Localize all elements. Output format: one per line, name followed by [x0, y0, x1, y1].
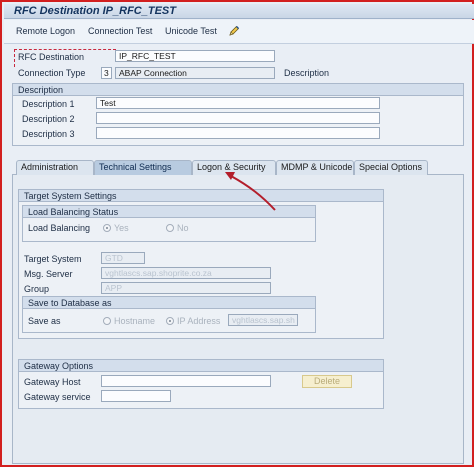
connection-test-button[interactable]: Connection Test [88, 26, 152, 36]
description-2-label: Description 2 [22, 114, 75, 124]
target-system-settings-title: Target System Settings [19, 190, 383, 202]
rfc-destination-field[interactable]: IP_RFC_TEST [115, 50, 275, 62]
description-group-title: Description [13, 84, 463, 96]
connection-type-label: Connection Type [18, 68, 86, 78]
title-bar: RFC Destination IP_RFC_TEST [4, 4, 474, 19]
unicode-test-button[interactable]: Unicode Test [165, 26, 217, 36]
load-balancing-yes-label: Yes [114, 223, 129, 233]
hostname-label: Hostname [114, 316, 156, 326]
save-as-value-field[interactable]: vghtlascs.sap.sh [228, 314, 298, 326]
description-label: Description [284, 68, 330, 78]
application-toolbar: Remote Logon Connection Test Unicode Tes… [4, 20, 474, 44]
ip-address-radio[interactable] [166, 317, 174, 325]
msg-server-label: Msg. Server [24, 269, 73, 279]
load-balancing-label: Load Balancing [28, 223, 91, 233]
tab-administration[interactable]: Administration [16, 160, 94, 175]
tab-special-options[interactable]: Special Options [354, 160, 428, 175]
target-system-field[interactable]: GTD [101, 252, 145, 264]
description-2-field[interactable] [96, 112, 380, 124]
msg-server-field[interactable]: vghtlascs.sap.shoprite.co.za [101, 267, 271, 279]
gateway-host-field[interactable] [101, 375, 271, 387]
rfc-destination-label: RFC Destination [18, 52, 85, 62]
sap-window: RFC Destination IP_RFC_TEST Remote Logon… [0, 0, 474, 467]
target-system-label: Target System [24, 254, 82, 264]
gateway-service-label: Gateway service [24, 392, 91, 402]
connection-type-text: ABAP Connection [115, 67, 275, 79]
save-as-label: Save as [28, 316, 61, 326]
annotation-arrow-icon [225, 172, 276, 211]
load-balancing-no-radio[interactable] [166, 224, 174, 232]
delete-button[interactable]: Delete [302, 375, 352, 388]
connection-type-code-field[interactable]: 3 [101, 67, 112, 79]
load-balancing-yes-radio[interactable] [103, 224, 111, 232]
tab-technical-settings[interactable]: Technical Settings [94, 160, 192, 175]
group-field[interactable]: APP [101, 282, 271, 294]
save-to-database-title: Save to Database as [23, 297, 315, 309]
gateway-options-title: Gateway Options [19, 360, 383, 372]
hostname-radio[interactable] [103, 317, 111, 325]
description-3-label: Description 3 [22, 129, 75, 139]
ip-address-label: IP Address [177, 316, 221, 326]
description-1-label: Description 1 [22, 99, 75, 109]
gateway-host-label: Gateway Host [24, 377, 81, 387]
pencil-icon[interactable] [228, 25, 240, 37]
window-title: RFC Destination IP_RFC_TEST [14, 5, 176, 17]
load-balancing-no-label: No [177, 223, 189, 233]
gateway-service-field[interactable] [101, 390, 171, 402]
remote-logon-button[interactable]: Remote Logon [16, 26, 75, 36]
tab-mdmp-unicode[interactable]: MDMP & Unicode [276, 160, 354, 175]
description-3-field[interactable] [96, 127, 380, 139]
description-1-field[interactable]: Test [96, 97, 380, 109]
group-label: Group [24, 284, 50, 294]
